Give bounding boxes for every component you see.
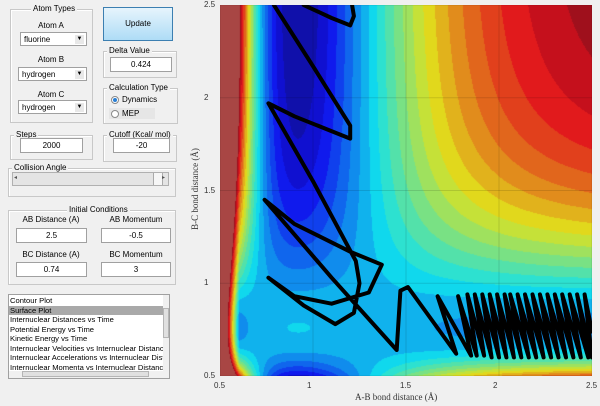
y-tick-label: 1.5: [204, 185, 216, 195]
bc-momentum-label: BC Momentum: [109, 250, 163, 259]
ab-momentum-label: AB Momentum: [109, 215, 163, 224]
plot-type-listbox[interactable]: Contour Plot Surface Plot Internuclear D…: [8, 294, 170, 379]
trajectory-line: [301, 5, 356, 28]
y-tick-label: 2: [204, 92, 209, 102]
atom-b-value: hydrogen: [22, 70, 56, 79]
arrow-right-icon[interactable]: ▸: [162, 174, 165, 181]
scrollbar-thumb[interactable]: [22, 371, 149, 377]
atom-a-label: Atom A: [38, 21, 64, 30]
update-button[interactable]: Update: [103, 7, 173, 41]
list-item[interactable]: Kinetic Energy vs Time: [9, 334, 163, 344]
delta-value-title: Delta Value: [107, 46, 152, 55]
scrollbar-thumb[interactable]: [163, 308, 169, 338]
atom-b-dropdown[interactable]: hydrogen ▼: [18, 67, 87, 81]
ab-distance-label: AB Distance (A): [22, 215, 80, 224]
chevron-down-icon: ▼: [75, 35, 84, 44]
mep-label: MEP: [122, 109, 140, 118]
list-item[interactable]: Contour Plot: [9, 296, 163, 306]
x-tick-label: 1: [307, 381, 312, 390]
y-axis-label: B-C bond distance (Å): [190, 148, 200, 230]
y-tick-label: 2.5: [204, 0, 216, 9]
steps-input[interactable]: 2000: [20, 138, 83, 153]
y-tick-label: 1: [204, 278, 209, 288]
x-tick-label: 2.5: [586, 381, 598, 390]
chevron-down-icon: ▼: [75, 70, 84, 79]
ab-momentum-input[interactable]: -0.5: [101, 228, 171, 243]
x-tick-label: 1.5: [400, 381, 412, 390]
atom-a-dropdown[interactable]: fluorine ▼: [20, 32, 87, 46]
trajectory-line: [262, 5, 592, 360]
list-item[interactable]: Potential Energy vs Time: [9, 325, 163, 335]
atom-a-value: fluorine: [24, 35, 51, 44]
delta-value-input[interactable]: 0.424: [110, 57, 172, 72]
x-axis-label: A-B bond distance (Å): [355, 392, 438, 402]
ab-distance-input[interactable]: 2.5: [16, 228, 87, 243]
dynamics-radio[interactable]: [111, 96, 119, 104]
calculation-type-title: Calculation Type: [107, 83, 170, 92]
atom-types-title: Atom Types: [31, 4, 78, 13]
atom-c-dropdown[interactable]: hydrogen ▼: [18, 100, 87, 114]
list-item[interactable]: Internuclear Accelerations vs Internucle…: [9, 353, 169, 363]
collision-angle-title: Collision Angle: [12, 163, 69, 172]
x-tick-label: 0.5: [214, 381, 226, 390]
atom-c-value: hydrogen: [22, 103, 56, 112]
arrow-left-icon[interactable]: ◂: [14, 174, 17, 181]
vertical-scrollbar[interactable]: [163, 295, 169, 371]
dynamics-label: Dynamics: [122, 95, 158, 104]
mep-radio[interactable]: [111, 110, 119, 118]
x-tick-label: 2: [493, 381, 498, 390]
list-item[interactable]: Internuclear Distances vs Time: [9, 315, 163, 325]
cutoff-input[interactable]: -20: [113, 138, 170, 153]
chevron-down-icon: ▼: [75, 103, 84, 112]
plot-overlay: [220, 5, 592, 376]
collision-angle-slider[interactable]: ◂ ▸: [12, 172, 169, 186]
atom-c-label: Atom C: [37, 90, 65, 99]
bc-momentum-input[interactable]: 3: [101, 262, 171, 277]
list-item[interactable]: Internuclear Velocities vs Internuclear …: [9, 344, 168, 354]
horizontal-scrollbar[interactable]: [9, 371, 169, 378]
bc-distance-label: BC Distance (A): [22, 250, 80, 259]
y-tick-label: 0.5: [204, 371, 216, 380]
list-item-selected[interactable]: Surface Plot: [9, 305, 163, 315]
bc-distance-input[interactable]: 0.74: [16, 262, 87, 277]
atom-b-label: Atom B: [37, 55, 65, 64]
initial-conditions-title: Initial Conditions: [67, 205, 130, 214]
